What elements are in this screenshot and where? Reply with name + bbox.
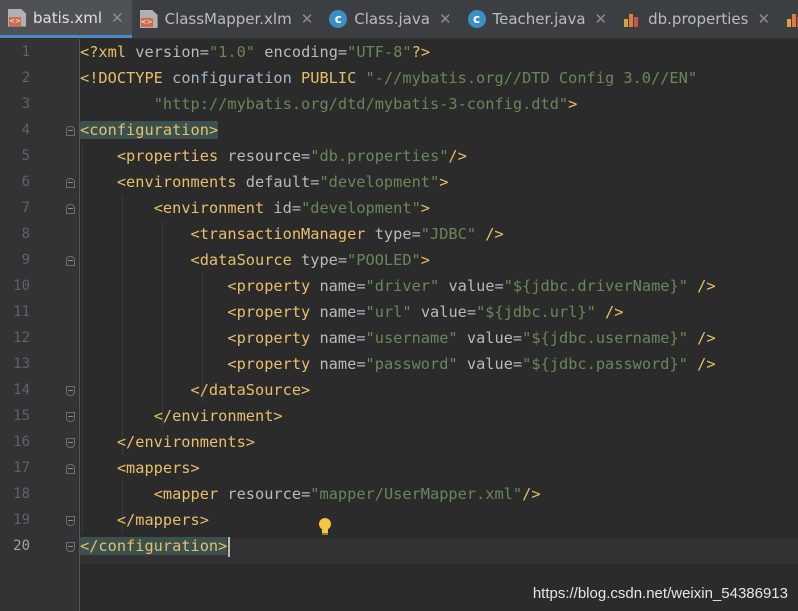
fold-toggle-icon[interactable] — [66, 438, 75, 448]
tab-db-properties[interactable]: db.properties ✕ — [615, 0, 778, 38]
code-line: </mappers> — [116, 511, 209, 529]
fold-toggle-icon[interactable] — [66, 464, 75, 474]
line-number: 18 — [13, 486, 30, 502]
line-number: 6 — [21, 174, 30, 190]
code-line: "http://mybatis.org/dtd/mybatis-3-config… — [153, 95, 578, 113]
code-line: <transactionManager type="JDBC" /> — [190, 225, 504, 243]
line-number: 2 — [21, 70, 30, 86]
line-number: 7 — [21, 200, 30, 216]
close-icon[interactable]: ✕ — [757, 10, 770, 28]
code-line: <property name="password" value="${jdbc.… — [227, 355, 716, 373]
tab-label: Class.java — [354, 10, 430, 28]
line-number: 1 — [21, 44, 30, 60]
xml-file-icon — [139, 10, 158, 28]
text-caret — [228, 536, 231, 557]
tab-batis-xml[interactable]: batis.xml ✕ — [0, 0, 132, 38]
line-number: 4 — [21, 122, 30, 138]
code-line: <environment id="development"> — [153, 199, 431, 217]
code-line: <?xml version="1.0" encoding="UTF-8"?> — [80, 43, 431, 61]
editor-tab-bar: batis.xml ✕ ClassMapper.xlm ✕ c Class.ja… — [0, 0, 798, 39]
tab-label: ClassMapper.xlm — [164, 10, 292, 28]
line-number-current: 20 — [13, 538, 30, 554]
fold-toggle-icon[interactable] — [66, 542, 75, 552]
tab-overflow[interactable] — [778, 0, 798, 38]
line-number: 13 — [13, 356, 30, 372]
line-number: 16 — [13, 434, 30, 450]
java-class-icon: c — [467, 10, 486, 28]
line-number: 12 — [13, 330, 30, 346]
line-number: 17 — [13, 460, 30, 476]
code-line: </environments> — [116, 433, 255, 451]
properties-file-icon — [786, 10, 798, 28]
code-line: <dataSource type="POOLED"> — [190, 251, 430, 269]
tab-class-java[interactable]: c Class.java ✕ — [321, 0, 459, 38]
fold-toggle-icon[interactable] — [66, 204, 75, 214]
line-number: 11 — [13, 304, 30, 320]
line-number: 10 — [13, 278, 30, 294]
properties-file-icon — [623, 10, 641, 28]
line-number: 19 — [13, 512, 30, 528]
fold-toggle-icon[interactable] — [66, 178, 75, 188]
code-line: <mapper resource="mapper/UserMapper.xml"… — [153, 485, 541, 503]
java-class-icon: c — [329, 10, 348, 28]
code-line: <mappers> — [116, 459, 200, 477]
fold-toggle-icon[interactable] — [66, 126, 75, 136]
line-number: 9 — [21, 252, 30, 268]
code-line: </environment> — [153, 407, 283, 425]
code-line: <properties resource="db.properties"/> — [116, 147, 467, 165]
code-line: <environments default="development"> — [116, 173, 449, 191]
line-number: 5 — [21, 148, 30, 164]
xml-file-icon — [8, 8, 26, 27]
code-line: <!DOCTYPE configuration PUBLIC "-//mybat… — [80, 69, 698, 87]
tab-label: batis.xml — [33, 8, 103, 27]
code-line: <configuration> — [80, 121, 219, 139]
code-line: <property name="driver" value="${jdbc.dr… — [227, 277, 716, 295]
close-icon[interactable]: ✕ — [439, 10, 452, 28]
tab-label: Teacher.java — [492, 10, 586, 28]
tab-classmapper-xlm[interactable]: ClassMapper.xlm ✕ — [132, 0, 322, 38]
close-icon[interactable]: ✕ — [111, 9, 124, 27]
fold-toggle-icon[interactable] — [66, 386, 75, 396]
fold-toggle-icon[interactable] — [66, 256, 75, 266]
code-line: <property name="url" value="${jdbc.url}"… — [227, 303, 624, 321]
code-line-current: </configuration> — [80, 533, 231, 559]
line-number: 15 — [13, 408, 30, 424]
line-number: 8 — [21, 226, 30, 242]
fold-toggle-icon[interactable] — [66, 412, 75, 422]
line-number: 3 — [21, 96, 30, 112]
tab-teacher-java[interactable]: c Teacher.java ✕ — [460, 0, 616, 38]
close-icon[interactable]: ✕ — [301, 10, 314, 28]
code-line: <property name="username" value="${jdbc.… — [227, 329, 716, 347]
fold-toggle-icon[interactable] — [66, 516, 75, 526]
lightbulb-icon[interactable] — [317, 518, 333, 538]
line-number: 14 — [13, 382, 30, 398]
line-number-gutter: 1 2 3 4 5 6 7 8 9 10 11 12 13 14 15 16 1… — [0, 39, 80, 611]
code-editor[interactable]: <?xml version="1.0" encoding="UTF-8"?> <… — [80, 39, 798, 611]
code-line: </dataSource> — [190, 381, 311, 399]
close-icon[interactable]: ✕ — [595, 10, 608, 28]
tab-label: db.properties — [648, 10, 749, 28]
watermark-text: https://blog.csdn.net/weixin_54386913 — [532, 585, 788, 602]
